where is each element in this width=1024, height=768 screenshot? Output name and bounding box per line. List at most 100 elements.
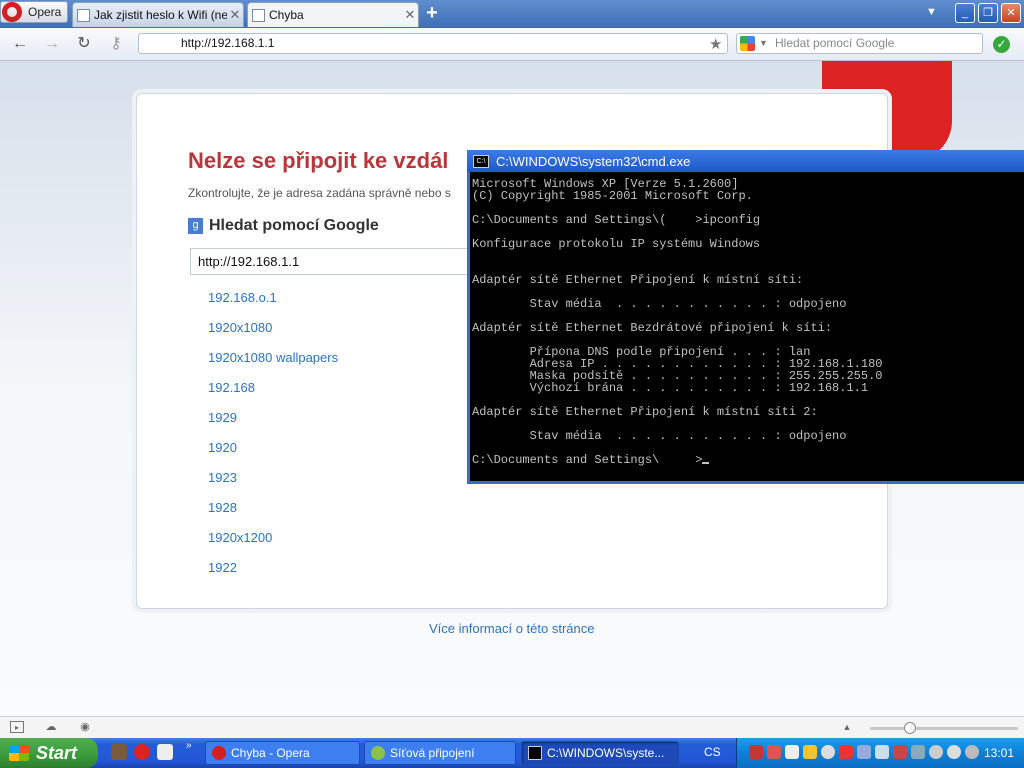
suggestion-link[interactable]: 1920x1080 wallpapers [208,350,338,380]
cmd-line: C:\Documents and Settings\( >ipconfig [472,213,761,227]
network-icon [371,746,385,760]
suggestion-link[interactable]: 1923 [208,470,338,500]
tab-title: Jak zjistit heslo k Wifi (ne... [94,8,227,22]
suggestion-link[interactable]: 192.168.o.1 [208,290,338,320]
page-icon [252,8,265,22]
speed-dial-icon[interactable]: ◉ [78,721,92,733]
url-input[interactable]: http://192.168.1.1 [138,33,728,54]
chevron-down-icon[interactable]: ▼ [759,34,768,53]
more-info-link[interactable]: Více informací o této stránce [429,621,594,636]
cmd-line: Konfigurace protokolu IP systému Windows [472,237,761,251]
forward-button[interactable]: → [42,35,62,53]
tray-app-icon[interactable] [803,745,817,759]
google-icon [740,36,755,51]
opera-icon [212,746,226,760]
panel-toggle-icon[interactable]: ▸ [10,721,24,733]
new-tab-button[interactable]: + [422,3,442,24]
tray-app-icon[interactable] [893,745,907,759]
close-icon[interactable]: ✕ [402,7,418,23]
address-toolbar: ← → ↻ ⚷ http://192.168.1.1 ★ ▼ Hledat po… [0,28,1024,61]
desktop-icon[interactable] [157,744,173,760]
wand-button[interactable]: ⚷ [106,35,126,53]
zoom-slider[interactable] [870,722,1018,734]
tray-app-icon[interactable] [911,745,925,759]
task-opera[interactable]: Chyba - Opera [205,741,360,765]
cmd-line: C:\Documents and Settings\ > [472,454,882,466]
cmd-window[interactable]: C:\ C:\WINDOWS\system32\cmd.exe Microsof… [467,150,1024,484]
back-button[interactable]: ← [10,35,30,53]
cmd-line: Stav média . . . . . . . . . . . : odpoj… [472,429,847,443]
task-label: Chyba - Opera [231,746,310,760]
suggestion-link[interactable]: 192.168 [208,380,338,410]
suggestion-link[interactable]: 1920 [208,440,338,470]
task-network-connections[interactable]: Síťová připojení [364,741,516,765]
browser-tab-bar: Opera Jak zjistit heslo k Wifi (ne... ✕ … [0,0,1024,28]
tray-app-icon[interactable] [821,745,835,759]
check-icon[interactable]: ✓ [993,36,1010,53]
tray-app-icon[interactable] [767,745,781,759]
chevron-down-icon[interactable]: ▼ [926,6,937,18]
cmd-line [472,250,882,262]
opera-menu-button[interactable]: Opera [0,1,68,23]
suggestion-link[interactable]: 1922 [208,560,338,590]
suggestion-link[interactable]: 1929 [208,410,338,440]
error-title: Nelze se připojit ke vzdál [188,148,449,173]
cmd-line: Adaptér sítě Ethernet Připojení k místní… [472,273,804,287]
key-icon: ⚷ [110,35,122,52]
opera-menu-label: Opera [28,5,62,19]
close-icon[interactable]: ✕ [227,7,243,23]
cmd-line: Adaptér sítě Ethernet Připojení k místní… [472,405,818,419]
quicklaunch-more-button[interactable]: » [186,740,192,751]
reload-button[interactable]: ↻ [74,35,94,53]
cmd-line: Stav média . . . . . . . . . . . : odpoj… [472,297,847,311]
search-input[interactable]: ▼ Hledat pomocí Google [736,33,983,54]
google-search-input[interactable]: http://192.168.1.1 [190,248,480,275]
error-hint: Zkontrolujte, že je adresa zadána správn… [188,186,451,200]
clock: 13:01 [984,746,1015,760]
task-label: C:\WINDOWS\syste... [547,746,665,760]
opera-logo-icon [2,2,22,22]
language-indicator[interactable]: CS [704,745,721,759]
cmd-output[interactable]: Microsoft Windows XP [Verze 5.1.2600] (C)… [472,178,882,466]
quicklaunch-app-icon[interactable] [111,744,127,760]
opera-icon[interactable] [134,744,150,760]
tray-app-icon[interactable] [785,745,799,759]
tab-title: Chyba [269,8,304,22]
network-tray-icon[interactable] [857,745,871,759]
network-tray-icon[interactable] [875,745,889,759]
task-label: Síťová připojení [390,746,475,760]
taskbar: Start » Chyba - Opera Síťová připojení C… [0,738,1024,768]
cloud-icon[interactable]: ☁ [44,721,58,733]
suggestion-link[interactable]: 1920x1200 [208,530,338,560]
chevron-up-icon[interactable]: ▲ [840,721,854,733]
maximize-button[interactable]: ❐ [978,3,998,23]
cmd-icon: C:\ [473,154,489,168]
cmd-line: (C) Copyright 1985-2001 Microsoft Corp. [472,189,753,203]
cmd-title: C:\WINDOWS\system32\cmd.exe [496,153,691,169]
cmd-line: Výchozí brána . . . . . . . . . . : 192.… [472,381,869,395]
google-search-heading: Hledat pomocí Google [209,217,379,234]
tray-app-icon[interactable] [947,745,961,759]
minimize-button[interactable]: _ [955,3,975,23]
cmd-line: Adaptér sítě Ethernet Bezdrátové připoje… [472,321,833,335]
tab-wifi-article[interactable]: Jak zjistit heslo k Wifi (ne... ✕ [72,2,244,27]
start-button[interactable]: Start [0,738,98,768]
tab-error-page[interactable]: Chyba ✕ [247,2,419,27]
tray-app-icon[interactable] [965,745,979,759]
antivirus-icon[interactable] [839,745,853,759]
tray-app-icon[interactable] [749,745,763,759]
suggestion-list: 192.168.o.1 1920x1080 1920x1080 wallpape… [208,290,338,590]
cmd-icon [528,746,542,760]
suggestion-link[interactable]: 1928 [208,500,338,530]
task-cmd[interactable]: C:\WINDOWS\syste... [521,741,679,765]
cmd-title-bar[interactable]: C:\ C:\WINDOWS\system32\cmd.exe [467,150,1024,172]
tray-app-icon[interactable] [929,745,943,759]
arrow-left-icon: ← [12,35,28,52]
star-icon[interactable]: ★ [709,35,722,53]
zoom-slider-knob[interactable] [903,722,916,734]
reload-icon: ↻ [77,35,91,52]
window-close-button[interactable]: ✕ [1001,3,1021,23]
google-icon: g [188,218,203,234]
arrow-right-icon: → [44,35,60,52]
suggestion-link[interactable]: 1920x1080 [208,320,338,350]
